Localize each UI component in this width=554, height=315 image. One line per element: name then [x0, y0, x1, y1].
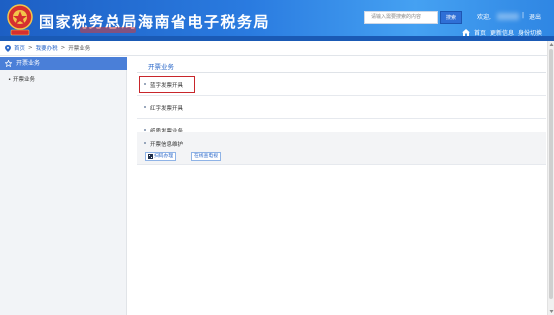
home-icon [461, 29, 470, 36]
breadcrumb-tax-services[interactable]: 我要办税 [36, 44, 58, 52]
page: 国家税务总局海南省电子税务局 请输入需要搜索的内容 搜索 欢迎, | 退出 首页… [0, 0, 554, 315]
header-separator: | [522, 12, 525, 19]
scroll-up-icon[interactable] [549, 42, 554, 47]
breadcrumb-divider [0, 55, 554, 56]
scroll-down-icon[interactable] [549, 309, 554, 314]
list-item-red-invoice[interactable]: 红字发票开具 [137, 96, 546, 119]
header-bottom-stripe [0, 36, 554, 41]
breadcrumb-current: 开票业务 [68, 46, 91, 52]
list-item-label: 开票信息维护 [150, 142, 184, 148]
header-banner: 国家税务总局海南省电子税务局 请输入需要搜索的内容 搜索 欢迎, | 退出 首页… [0, 0, 554, 41]
breadcrumb: 首页 > 我要办税 > 开票业务 [5, 44, 90, 52]
user-name-redacted [497, 13, 519, 20]
sidebar-header-label: 开票业务 [16, 60, 41, 67]
logout-link[interactable]: 退出 [529, 12, 541, 21]
sidebar: 开票业务 • 开票业务 [0, 57, 127, 315]
tax-emblem-icon [7, 4, 33, 36]
breadcrumb-home[interactable]: 首页 [14, 44, 25, 52]
sidebar-item-label: 开票业务 [13, 77, 36, 83]
scrollbar[interactable] [547, 41, 554, 315]
sidebar-header[interactable]: 开票业务 [0, 57, 127, 70]
bullet-icon [144, 106, 146, 108]
page-title: 开票业务 [148, 63, 174, 71]
location-pin-icon [5, 44, 11, 52]
breadcrumb-separator: > [60, 45, 66, 51]
sidebar-item-invoicing[interactable]: • 开票业务 [8, 75, 35, 83]
list-item-label: 红字发票开具 [150, 106, 184, 112]
scan-handle-label: 扫码办理 [154, 154, 174, 159]
star-icon [5, 60, 12, 67]
site-title: 国家税务总局海南省电子税务局 [39, 13, 271, 31]
online-check-button[interactable]: 在线查电视 [191, 152, 221, 161]
highlight-box [139, 76, 195, 93]
site-subtitle-redacted [80, 27, 136, 33]
bullet-icon [144, 142, 146, 144]
welcome-text: 欢迎, [477, 14, 491, 21]
scan-handle-button[interactable]: 扫码办理 [145, 152, 177, 161]
online-check-label: 在线查电视 [194, 154, 218, 159]
bullet-icon [144, 129, 146, 131]
breadcrumb-separator: > [28, 45, 33, 51]
search-button[interactable]: 搜索 [440, 11, 462, 24]
list-item-blue-invoice[interactable]: 蓝字发票开具 [137, 73, 546, 96]
qr-code-icon [148, 154, 153, 159]
search-input[interactable]: 请输入需要搜索的内容 [364, 11, 438, 24]
scroll-thumb[interactable] [549, 49, 553, 299]
